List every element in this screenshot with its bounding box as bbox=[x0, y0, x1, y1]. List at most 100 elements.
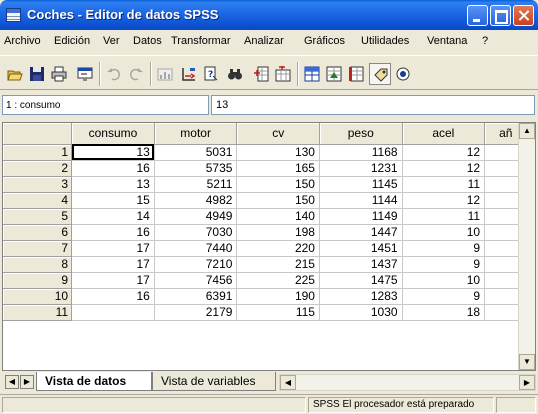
data-cell[interactable]: 15 bbox=[71, 192, 155, 209]
menu-utilidades[interactable]: Utilidades bbox=[361, 35, 409, 47]
tab-data-view[interactable]: Vista de datos bbox=[36, 372, 152, 391]
data-cell[interactable]: 14 bbox=[71, 208, 155, 225]
weight-cases-icon[interactable] bbox=[323, 63, 345, 85]
data-cell[interactable]: 11 bbox=[402, 176, 486, 193]
scroll-left-icon[interactable]: ◀ bbox=[280, 375, 296, 390]
row-number[interactable]: 11 bbox=[3, 304, 73, 321]
data-cell[interactable]: 4982 bbox=[154, 192, 238, 209]
minimize-button[interactable] bbox=[467, 5, 488, 26]
row-number[interactable]: 9 bbox=[3, 272, 73, 289]
row-number[interactable]: 3 bbox=[3, 176, 73, 193]
menu-archivo[interactable]: Archivo bbox=[4, 35, 41, 47]
horizontal-scrollbar[interactable]: ◀ ▶ bbox=[279, 374, 536, 391]
column-header[interactable]: cv bbox=[236, 123, 320, 145]
data-cell[interactable]: 12 bbox=[402, 160, 486, 177]
data-cell[interactable]: 5735 bbox=[154, 160, 238, 177]
column-header[interactable]: peso bbox=[319, 123, 403, 145]
split-file-icon[interactable] bbox=[301, 63, 323, 85]
data-cell[interactable]: 4949 bbox=[154, 208, 238, 225]
row-number[interactable]: 7 bbox=[3, 240, 73, 257]
column-header[interactable]: motor bbox=[154, 123, 238, 145]
insert-case-icon[interactable] bbox=[250, 63, 272, 85]
data-cell[interactable]: 9 bbox=[402, 256, 486, 273]
data-cell[interactable]: 16 bbox=[71, 288, 155, 305]
select-cases-icon[interactable] bbox=[345, 63, 367, 85]
save-icon[interactable] bbox=[26, 63, 48, 85]
variables-icon[interactable]: ? bbox=[200, 63, 222, 85]
data-cell[interactable]: 17 bbox=[71, 272, 155, 289]
menu-transformar[interactable]: Transformar bbox=[171, 35, 231, 47]
data-cell[interactable]: 17 bbox=[71, 256, 155, 273]
insert-variable-icon[interactable] bbox=[272, 63, 294, 85]
data-cell[interactable]: 130 bbox=[236, 144, 320, 161]
data-cell[interactable]: 1451 bbox=[319, 240, 403, 257]
menu-edicion[interactable]: Edición bbox=[54, 35, 90, 47]
data-cell[interactable]: 7440 bbox=[154, 240, 238, 257]
find-icon[interactable] bbox=[224, 63, 246, 85]
data-cell[interactable]: 150 bbox=[236, 176, 320, 193]
data-cell[interactable]: 225 bbox=[236, 272, 320, 289]
print-icon[interactable] bbox=[48, 63, 70, 85]
goto-chart-icon[interactable] bbox=[154, 63, 176, 85]
scroll-down-icon[interactable]: ▼ bbox=[519, 354, 535, 370]
value-labels-icon[interactable] bbox=[369, 63, 391, 85]
data-cell[interactable]: 2179 bbox=[154, 304, 238, 321]
close-button[interactable] bbox=[513, 5, 534, 26]
data-cell[interactable]: 220 bbox=[236, 240, 320, 257]
data-cell[interactable]: 10 bbox=[402, 224, 486, 241]
scroll-right-icon[interactable]: ▶ bbox=[519, 375, 535, 390]
data-cell[interactable]: 12 bbox=[402, 144, 486, 161]
data-cell[interactable]: 1149 bbox=[319, 208, 403, 225]
corner-cell[interactable] bbox=[3, 123, 73, 145]
row-number[interactable]: 8 bbox=[3, 256, 73, 273]
tab-next-icon[interactable]: ▶ bbox=[20, 375, 34, 389]
data-cell[interactable]: 10 bbox=[402, 272, 486, 289]
use-sets-icon[interactable] bbox=[392, 63, 414, 85]
goto-case-icon[interactable] bbox=[178, 63, 200, 85]
data-cell[interactable]: 16 bbox=[71, 160, 155, 177]
data-cell[interactable]: 190 bbox=[236, 288, 320, 305]
menu-ventana[interactable]: Ventana bbox=[427, 35, 467, 47]
open-icon[interactable] bbox=[4, 63, 26, 85]
data-cell[interactable]: 198 bbox=[236, 224, 320, 241]
redo-icon[interactable] bbox=[125, 63, 147, 85]
row-number[interactable]: 6 bbox=[3, 224, 73, 241]
data-cell[interactable]: 13 bbox=[71, 176, 155, 193]
data-cell[interactable]: 165 bbox=[236, 160, 320, 177]
row-number[interactable]: 1 bbox=[3, 144, 73, 161]
data-cell[interactable]: 1145 bbox=[319, 176, 403, 193]
data-cell[interactable]: 140 bbox=[236, 208, 320, 225]
row-number[interactable]: 10 bbox=[3, 288, 73, 305]
menu-graficos[interactable]: Gráficos bbox=[304, 35, 345, 47]
data-cell[interactable]: 6391 bbox=[154, 288, 238, 305]
cell-value-input[interactable]: 13 bbox=[211, 95, 535, 115]
row-number[interactable]: 2 bbox=[3, 160, 73, 177]
data-cell[interactable]: 11 bbox=[402, 208, 486, 225]
scroll-up-icon[interactable]: ▲ bbox=[519, 123, 535, 139]
data-cell[interactable]: 150 bbox=[236, 192, 320, 209]
data-cell[interactable]: 7456 bbox=[154, 272, 238, 289]
column-header[interactable]: acel bbox=[402, 123, 486, 145]
data-cell[interactable]: 7210 bbox=[154, 256, 238, 273]
data-cell[interactable]: 17 bbox=[71, 240, 155, 257]
vertical-scrollbar[interactable]: ▲ ▼ bbox=[518, 123, 535, 370]
data-cell[interactable]: 1437 bbox=[319, 256, 403, 273]
row-number[interactable]: 5 bbox=[3, 208, 73, 225]
data-cell[interactable]: 12 bbox=[402, 192, 486, 209]
title-bar[interactable]: Coches - Editor de datos SPSS bbox=[0, 0, 538, 30]
tab-variable-view[interactable]: Vista de variables bbox=[152, 372, 276, 391]
data-cell[interactable]: 1168 bbox=[319, 144, 403, 161]
data-cell[interactable]: 9 bbox=[402, 240, 486, 257]
tab-prev-icon[interactable]: ◀ bbox=[5, 375, 19, 389]
maximize-button[interactable] bbox=[490, 5, 511, 26]
data-cell[interactable]: 16 bbox=[71, 224, 155, 241]
column-header[interactable]: consumo bbox=[71, 123, 155, 145]
data-cell[interactable]: 215 bbox=[236, 256, 320, 273]
data-cell[interactable] bbox=[71, 304, 155, 321]
menu-analizar[interactable]: Analizar bbox=[244, 35, 284, 47]
data-cell[interactable]: 1030 bbox=[319, 304, 403, 321]
menu-ver[interactable]: Ver bbox=[103, 35, 120, 47]
data-cell[interactable]: 1283 bbox=[319, 288, 403, 305]
data-cell[interactable]: 18 bbox=[402, 304, 486, 321]
data-cell[interactable]: 1144 bbox=[319, 192, 403, 209]
